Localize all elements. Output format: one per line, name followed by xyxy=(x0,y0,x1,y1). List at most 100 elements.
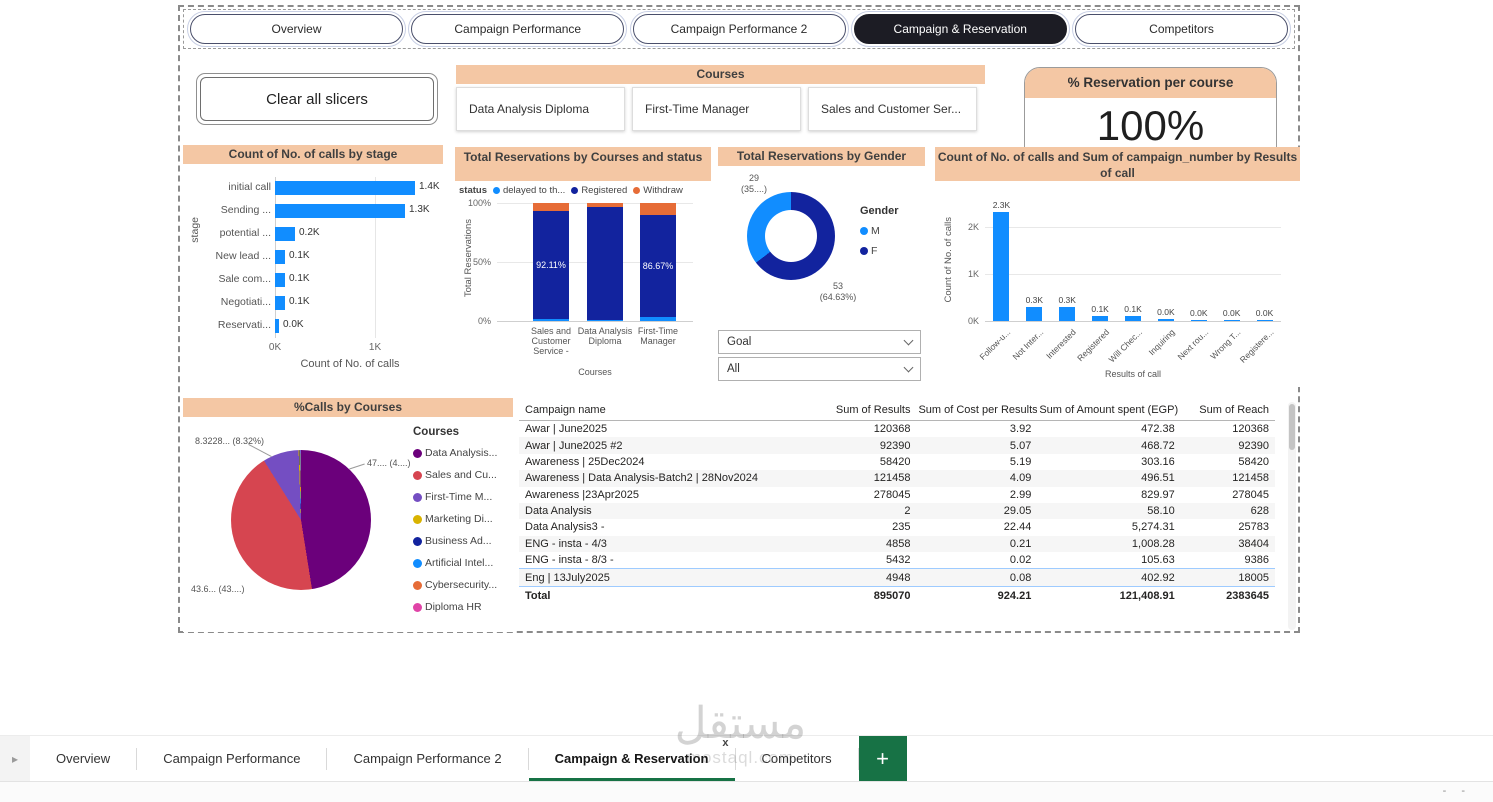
pie-chart[interactable] xyxy=(231,450,371,590)
course-slicer-item[interactable]: Data Analysis Diploma xyxy=(456,87,625,131)
table-row[interactable]: Awareness | 25Dec2024 58420 5.19 303.16 5842… xyxy=(519,454,1275,470)
x-category-label: Registered xyxy=(1075,327,1112,364)
column-header[interactable]: Campaign name xyxy=(519,400,823,421)
nav-button-campaign-reservation[interactable]: Campaign & Reservation xyxy=(850,11,1070,47)
table-row[interactable]: Data Analysis3 - 235 22.44 5,274.31 25783 xyxy=(519,519,1275,535)
tab-close-icon[interactable]: x xyxy=(722,738,728,749)
column-header[interactable]: Sum of Reach xyxy=(1180,400,1275,421)
bar[interactable] xyxy=(1026,306,1043,321)
page-tab-campaign-reservation[interactable]: Campaign & Reservation x xyxy=(528,736,735,781)
bar-segment[interactable]: 92.11% xyxy=(533,210,569,320)
page-tab-campaign-performance-2[interactable]: Campaign Performance 2 xyxy=(327,736,527,781)
legend-label: M xyxy=(871,225,880,237)
value-label: 0.2K xyxy=(299,227,320,238)
bar[interactable] xyxy=(275,250,285,264)
bar[interactable] xyxy=(1223,319,1240,321)
column-header[interactable]: Sum of Results xyxy=(822,400,917,421)
table-cell: 120368 xyxy=(873,423,911,436)
table-cell: 5432 xyxy=(885,554,911,567)
column-header[interactable]: Sum of Amount spent (EGP) xyxy=(1037,400,1181,421)
bar[interactable] xyxy=(275,204,405,218)
legend-label: Withdraw xyxy=(643,185,683,196)
table-row[interactable]: Data Analysis 2 29.05 58.10 628 xyxy=(519,502,1275,520)
clear-all-slicers-button[interactable]: Clear all slicers xyxy=(196,73,438,125)
legend-dot-icon xyxy=(413,602,422,612)
bar[interactable] xyxy=(1125,316,1141,321)
legend-label: Artificial Intel... xyxy=(425,557,494,569)
nav-button-campaign-performance[interactable]: Campaign Performance xyxy=(408,11,628,47)
table-cell: 3.92 xyxy=(1009,423,1032,436)
page-tab-overview[interactable]: Overview xyxy=(30,736,136,781)
page-tab-campaign-performance[interactable]: Campaign Performance xyxy=(137,736,326,781)
stacked-bar[interactable] xyxy=(587,203,623,321)
table-row[interactable]: Awareness |23Apr2025 278045 2.99 829.97 2780… xyxy=(519,487,1275,503)
table-cell: 1,008.28 xyxy=(1131,537,1175,550)
bar-segment[interactable] xyxy=(640,203,676,216)
table-row[interactable]: Awar | June2025 #2 92390 5.07 468.72 92390 xyxy=(519,437,1275,454)
table-cell: 18005 xyxy=(1180,568,1275,587)
goal-slicer-value[interactable]: All xyxy=(718,357,921,381)
legend-label: Business Ad... xyxy=(425,535,492,547)
slice-label: 53 (64.63%) xyxy=(810,281,866,303)
status-strip: - - xyxy=(0,781,1493,802)
table-row[interactable]: ENG - insta - 4/3 4858 0.21 1,008.28 38404 xyxy=(519,535,1275,552)
x-axis-title: Count of No. of calls xyxy=(300,358,400,370)
legend-dot-icon xyxy=(633,187,641,194)
stacked-bar[interactable]: 86.67% xyxy=(640,203,676,321)
y-tick-label: 50% xyxy=(472,257,491,267)
table-row[interactable]: Awareness | Data Analysis-Batch2 | 28Nov… xyxy=(519,470,1275,487)
bar[interactable] xyxy=(275,319,279,333)
bar[interactable] xyxy=(275,273,285,287)
bar[interactable] xyxy=(275,296,285,310)
table-cell: 4858 xyxy=(885,537,911,550)
nav-button-overview[interactable]: Overview xyxy=(187,11,406,47)
table-row[interactable]: Eng | 13July2025 4948 0.08 402.92 18005 xyxy=(519,568,1275,587)
value-label: 2.3K xyxy=(992,200,1011,211)
page-tab-competitors[interactable]: Competitors xyxy=(736,736,858,781)
course-slicer-item[interactable]: Sales and Customer Ser... xyxy=(808,87,977,131)
table-row[interactable]: ENG - insta - 8/3 - 5432 0.02 105.63 9386 xyxy=(519,552,1275,569)
bar[interactable] xyxy=(1256,319,1273,321)
donut-chart[interactable] xyxy=(747,192,835,280)
table-scrollbar xyxy=(1288,402,1296,630)
bar-segment[interactable]: 86.67% xyxy=(640,215,676,318)
bar[interactable] xyxy=(275,227,295,241)
legend-item: First-Time M... xyxy=(413,486,497,508)
bar[interactable] xyxy=(1190,319,1207,321)
page-nav-arrow-icon[interactable]: ▸ xyxy=(0,736,30,781)
bar[interactable] xyxy=(993,212,1010,321)
goal-slicer-header[interactable]: Goal xyxy=(718,330,921,354)
category-label: New lead ... xyxy=(215,250,271,262)
legend-dot-icon xyxy=(413,492,422,502)
stacked-bar[interactable]: 92.11% xyxy=(533,203,569,321)
calls-by-stage-title: Count of No. of calls by stage xyxy=(183,145,443,164)
nav-button-campaign-performance-2[interactable]: Campaign Performance 2 xyxy=(629,11,849,47)
y-tick-label: 0% xyxy=(477,316,491,326)
bar[interactable] xyxy=(1092,316,1109,321)
table-cell: 92390 xyxy=(1238,439,1269,452)
table-cell: 9386 xyxy=(1244,554,1269,567)
category-label: potential ... xyxy=(219,227,271,239)
bar[interactable] xyxy=(275,181,415,195)
total-cell: 2383645 xyxy=(1180,585,1275,604)
table-cell: 235 xyxy=(892,521,911,534)
table-cell: 303.16 xyxy=(1141,455,1175,468)
table-row[interactable]: Awar | June2025 120368 3.92 472.38 120368 xyxy=(519,421,1275,438)
add-page-button[interactable]: + xyxy=(858,736,907,781)
bar-segment[interactable] xyxy=(533,203,569,211)
table-cell: Awareness | Data Analysis-Batch2 | 28Nov… xyxy=(525,472,758,485)
nav-button-competitors[interactable]: Competitors xyxy=(1072,11,1291,47)
table-cell: 25783 xyxy=(1238,521,1269,534)
bar-segment[interactable] xyxy=(587,203,623,207)
table-cell: Awareness | 25Dec2024 xyxy=(525,455,645,468)
bar[interactable] xyxy=(1059,306,1076,321)
column-header[interactable]: Sum of Cost per Results xyxy=(916,400,1038,421)
table-scrollbar-thumb[interactable] xyxy=(1289,404,1295,450)
x-axis-title: Results of call xyxy=(1104,369,1162,379)
legend-item: Diploma HR xyxy=(413,596,497,618)
table-cell: Data Analysis xyxy=(525,505,592,518)
course-slicer-item[interactable]: First-Time Manager xyxy=(632,87,801,131)
y-tick-label: 100% xyxy=(467,198,491,208)
bar-segment[interactable] xyxy=(587,206,623,321)
bar[interactable] xyxy=(1157,319,1174,321)
